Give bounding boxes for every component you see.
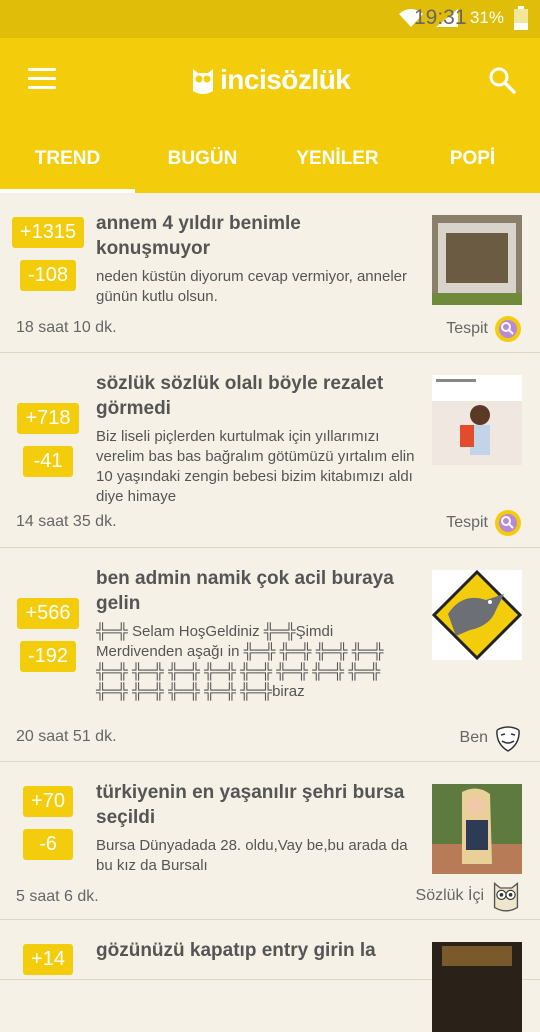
feed-list: +1315 -108 annem 4 yıldır benimle konuşm… — [0, 193, 540, 1032]
avatar-icon — [495, 316, 521, 342]
downvote-button[interactable]: -192 — [19, 641, 77, 672]
post-thumbnail[interactable] — [432, 942, 522, 1032]
owl-icon — [193, 69, 213, 94]
upvote-button[interactable]: +566 — [17, 598, 79, 629]
post-time: 14 saat 35 dk. — [16, 513, 117, 530]
post-excerpt: neden küstün diyorum cevap vermiyor, ann… — [96, 268, 408, 305]
post-author[interactable]: Sözlük İçi — [416, 880, 522, 912]
post-thumbnail[interactable] — [432, 375, 522, 465]
menu-icon[interactable] — [28, 68, 56, 90]
downvote-button[interactable]: -41 — [23, 446, 73, 477]
avatar-icon — [495, 510, 521, 536]
author-name: Ben — [459, 729, 488, 746]
upvote-button[interactable]: +70 — [23, 786, 73, 817]
list-item[interactable]: +70 -6 türkiyenin en yaşanılır şehri bur… — [0, 762, 540, 920]
battery-icon — [514, 6, 528, 30]
post-thumbnail[interactable] — [432, 215, 522, 305]
app-bar: incisözlük TREND BUGÜN YENİLER POPİ — [0, 38, 540, 193]
list-item[interactable]: +14 gözünüzü kapatıp entry girin la — [0, 920, 540, 1032]
post-time: 18 saat 10 dk. — [16, 319, 117, 336]
post-time: 5 saat 6 dk. — [16, 888, 99, 905]
tab-popi[interactable]: POPİ — [405, 136, 540, 193]
post-excerpt: Biz liseli piçlerden kurtulmak için yıll… — [96, 428, 415, 505]
author-name: Tespit — [446, 320, 488, 337]
mask-icon — [496, 726, 520, 752]
status-icons: 31% 19:31 — [398, 6, 528, 30]
post-author[interactable]: Ben — [460, 724, 522, 752]
author-name: Sözlük İçi — [415, 887, 484, 904]
post-author[interactable]: Tespit — [446, 315, 522, 343]
list-item[interactable]: +718 -41 sözlük sözlük olalı böyle rezal… — [0, 353, 540, 548]
post-excerpt: Bursa Dünyadada 28. oldu,Vay be,bu arada… — [96, 837, 408, 874]
search-icon[interactable] — [488, 66, 516, 94]
post-title[interactable]: annem 4 yıldır benimle konuşmuyor — [96, 211, 416, 261]
downvote-button[interactable]: -108 — [19, 260, 77, 291]
post-thumbnail[interactable] — [432, 784, 522, 874]
tab-yeniler[interactable]: YENİLER — [270, 136, 405, 193]
post-title[interactable]: sözlük sözlük olalı böyle rezalet görmed… — [96, 371, 416, 421]
tab-trend[interactable]: TREND — [0, 136, 135, 193]
post-title[interactable]: gözünüzü kapatıp entry girin la — [96, 938, 416, 963]
owl-icon — [493, 882, 519, 912]
post-title[interactable]: ben admin namik çok acil buraya gelin — [96, 566, 416, 616]
upvote-button[interactable]: +1315 — [11, 217, 85, 248]
downvote-button[interactable]: -6 — [23, 829, 73, 860]
app-logo: incisözlük — [190, 62, 351, 98]
status-bar: 31% 19:31 — [0, 0, 540, 38]
post-title[interactable]: türkiyenin en yaşanılır şehri bursa seçi… — [96, 780, 416, 830]
tab-bar: TREND BUGÜN YENİLER POPİ — [0, 136, 540, 193]
tab-bugun[interactable]: BUGÜN — [135, 136, 270, 193]
post-thumbnail[interactable] — [432, 570, 522, 660]
post-time: 20 saat 51 dk. — [16, 728, 117, 745]
list-item[interactable]: +1315 -108 annem 4 yıldır benimle konuşm… — [0, 193, 540, 353]
list-item[interactable]: +566 -192 ben admin namik çok acil buray… — [0, 548, 540, 762]
logo-text: incisözlük — [220, 64, 351, 95]
author-name: Tespit — [446, 514, 488, 531]
post-author[interactable]: Tespit — [446, 509, 522, 537]
upvote-button[interactable]: +718 — [17, 403, 79, 434]
post-excerpt: ╬═╬ Selam HoşGeldiniz ╬═╬Şimdi Merdivend… — [96, 623, 384, 700]
clock: 19:31 — [413, 6, 467, 29]
battery-percent: 31% — [469, 8, 504, 27]
